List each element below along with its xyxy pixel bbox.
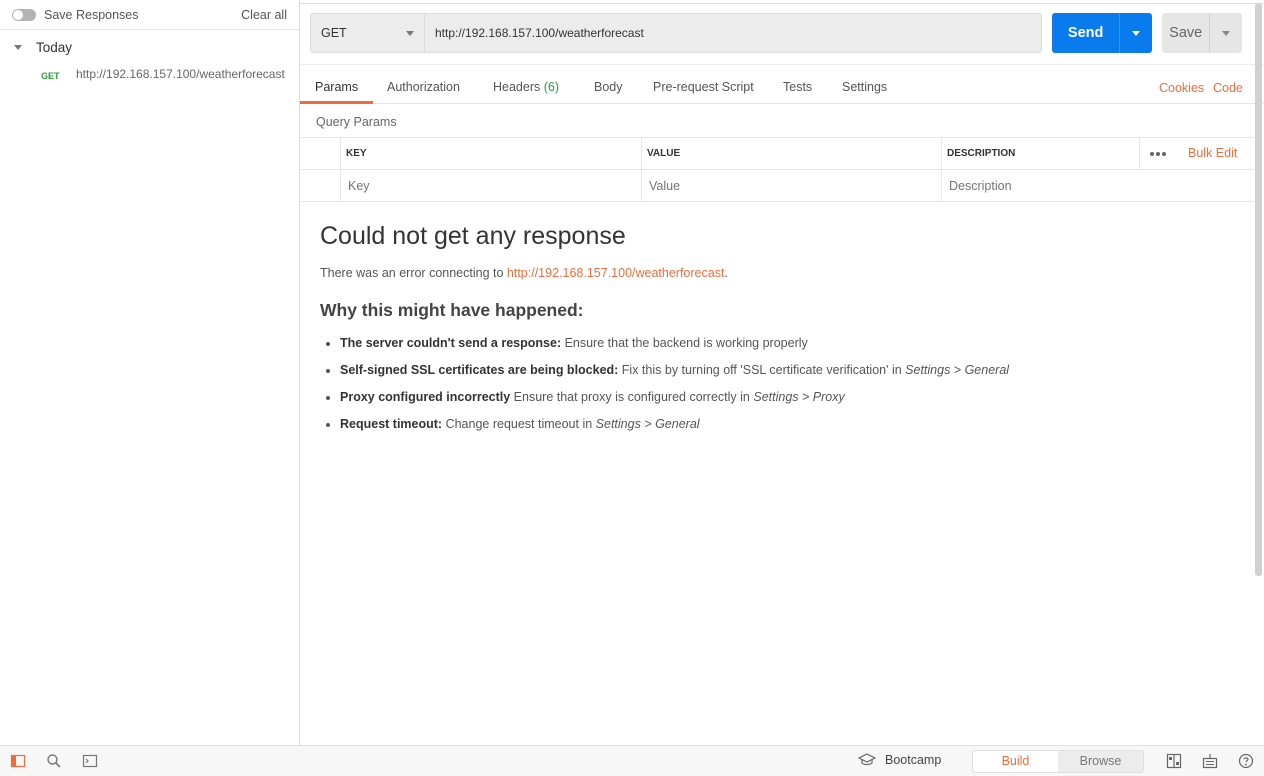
more-options-icon[interactable]: [1150, 138, 1166, 169]
status-bar: Bootcamp Build Browse: [0, 745, 1264, 776]
send-label: Send: [1067, 25, 1104, 41]
cookies-link[interactable]: Cookies: [1159, 81, 1204, 95]
help-icon[interactable]: [1238, 753, 1254, 769]
column-value: VALUE: [647, 148, 681, 159]
chevron-down-icon: [1222, 30, 1231, 36]
chevron-down-icon: [14, 45, 22, 50]
error-url-link[interactable]: http://192.168.157.100/weatherforecast: [507, 266, 725, 280]
send-options-button[interactable]: [1119, 13, 1152, 53]
param-value-input[interactable]: [641, 170, 941, 201]
query-params-table: KEY VALUE DESCRIPTION Bulk Edit: [300, 137, 1254, 202]
list-item: Self-signed SSL certificates are being b…: [340, 362, 1220, 378]
clear-all-button[interactable]: Clear all: [241, 8, 287, 22]
response-error-title: Could not get any response: [320, 222, 626, 250]
save-responses-toggle[interactable]: [12, 8, 36, 21]
param-description-input[interactable]: [941, 170, 1241, 201]
tab-pre-request-script[interactable]: Pre-request Script: [653, 65, 754, 104]
chevron-down-icon: [1132, 30, 1141, 36]
history-item-url: http://192.168.157.100/weatherforecast: [76, 67, 285, 81]
sidebar: Save Responses Clear all Today GET http:…: [0, 0, 300, 745]
search-icon[interactable]: [46, 753, 62, 769]
tab-headers-label: Headers: [493, 80, 541, 94]
save-responses-label: Save Responses: [44, 7, 139, 22]
tab-params[interactable]: Params: [300, 65, 374, 104]
save-options-button[interactable]: [1209, 13, 1242, 53]
vertical-scrollbar[interactable]: [1255, 3, 1262, 576]
list-item: Request timeout: Change request timeout …: [340, 416, 1220, 432]
browse-tab[interactable]: Browse: [1058, 751, 1143, 772]
save-button[interactable]: Save: [1162, 13, 1242, 53]
tab-settings[interactable]: Settings: [842, 65, 887, 104]
method-value: GET: [321, 26, 347, 40]
method-select[interactable]: GET: [310, 13, 425, 53]
request-tabs: Params Authorization Headers (6) Body Pr…: [300, 64, 1264, 104]
column-description: DESCRIPTION: [947, 148, 1016, 159]
history-item[interactable]: GET http://192.168.157.100/weatherforeca…: [0, 63, 299, 83]
reasons-list: The server couldn't send a response: Ens…: [320, 335, 1220, 432]
tab-tests[interactable]: Tests: [783, 65, 812, 104]
keyboard-shortcuts-icon[interactable]: [1202, 753, 1218, 769]
history-group-label: Today: [36, 40, 73, 55]
console-icon[interactable]: [82, 753, 98, 769]
url-input[interactable]: [425, 13, 1042, 53]
bootcamp-label: Bootcamp: [885, 753, 942, 767]
request-editor: GET Send Save Params Authorization Heade…: [300, 0, 1264, 745]
build-browse-switch: Build Browse: [972, 750, 1144, 773]
build-tab[interactable]: Build: [973, 751, 1058, 772]
bootcamp-button[interactable]: Bootcamp: [858, 753, 941, 767]
query-params-title: Query Params: [316, 115, 397, 129]
column-key: KEY: [346, 148, 367, 159]
two-pane-icon[interactable]: [1166, 753, 1182, 769]
tab-authorization[interactable]: Authorization: [387, 65, 460, 104]
save-label: Save: [1169, 25, 1203, 41]
sidebar-toolbar: Save Responses Clear all: [0, 0, 299, 30]
table-header-row: KEY VALUE DESCRIPTION Bulk Edit: [300, 137, 1254, 169]
tab-body[interactable]: Body: [594, 65, 623, 104]
list-item: Proxy configured incorrectly Ensure that…: [340, 389, 1220, 405]
send-button[interactable]: Send: [1052, 13, 1152, 53]
why-title: Why this might have happened:: [320, 300, 584, 320]
history-item-method: GET: [41, 71, 60, 81]
list-item: The server couldn't send a response: Ens…: [340, 335, 1220, 351]
param-key-input[interactable]: [340, 170, 640, 201]
request-bar: GET: [310, 13, 1042, 53]
response-error-panel: Could not get any response There was an …: [320, 222, 1220, 443]
sidebar-toggle-icon[interactable]: [10, 753, 26, 769]
chevron-down-icon: [406, 30, 414, 36]
code-link[interactable]: Code: [1213, 81, 1243, 95]
headers-count-badge: (6): [543, 80, 560, 94]
history-group-today[interactable]: Today: [0, 32, 299, 63]
bulk-edit-link[interactable]: Bulk Edit: [1188, 138, 1237, 169]
bootcamp-icon: [858, 753, 876, 766]
table-row: [300, 169, 1254, 202]
tab-headers[interactable]: Headers (6): [493, 65, 559, 104]
response-error-message: There was an error connecting to http://…: [320, 266, 728, 280]
